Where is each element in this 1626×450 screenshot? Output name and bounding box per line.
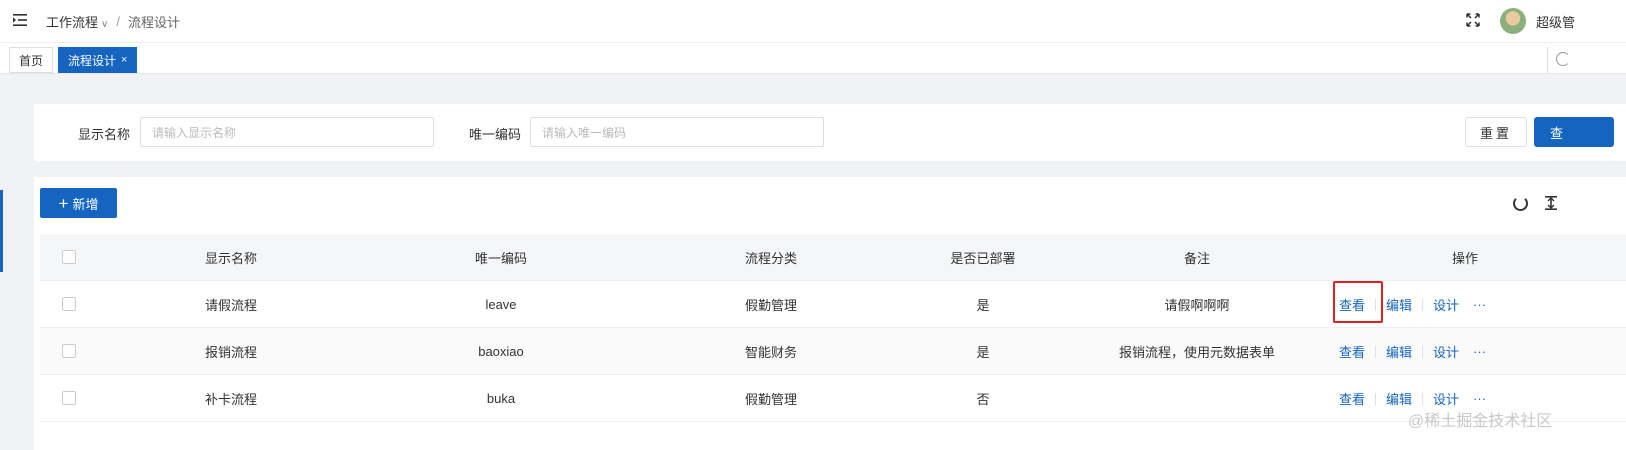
username[interactable]: 超级管 bbox=[1536, 12, 1575, 31]
divider bbox=[1422, 298, 1424, 311]
divider bbox=[1375, 298, 1377, 311]
display-name-placeholder: 请输入显示名称 bbox=[152, 125, 237, 140]
table-row: 报销流程 baoxiao 智能财务 是 报销流程，使用元数据表单 查看 编辑 设… bbox=[40, 328, 1626, 375]
table-row: 请假流程 leave 假勤管理 是 请假啊啊啊 查看 编辑 设计 ··· bbox=[40, 281, 1626, 328]
breadcrumb-item-process-design: 流程设计 bbox=[127, 15, 180, 30]
add-button[interactable]: + 新增 bbox=[40, 188, 117, 218]
divider bbox=[1375, 345, 1377, 358]
add-button-label: 新增 bbox=[72, 196, 99, 212]
row-actions: 查看 编辑 设计 ··· bbox=[1339, 328, 1486, 375]
sidebar-edge bbox=[0, 190, 3, 272]
row-checkbox[interactable] bbox=[62, 391, 76, 405]
avatar[interactable] bbox=[1500, 8, 1526, 34]
cell-code: baoxiao bbox=[478, 344, 524, 359]
cell-code: buka bbox=[486, 391, 516, 406]
refresh-icon[interactable] bbox=[1513, 196, 1528, 211]
display-name-label: 显示名称 bbox=[78, 127, 131, 142]
row-actions: 查看 编辑 设计 ··· bbox=[1339, 281, 1486, 328]
unique-code-input[interactable]: 请输入唯一编码 bbox=[530, 117, 824, 147]
edit-button[interactable]: 编辑 bbox=[1386, 342, 1412, 361]
cell-category: 假勤管理 bbox=[744, 392, 797, 407]
more-icon[interactable]: ··· bbox=[1473, 344, 1486, 359]
divider bbox=[1422, 345, 1424, 358]
top-bar: 工作流程 ∨ / 流程设计 超级管 bbox=[0, 0, 1626, 43]
column-header-remark: 备注 bbox=[1183, 251, 1210, 266]
menu-fold-icon[interactable] bbox=[12, 12, 28, 28]
edit-button[interactable]: 编辑 bbox=[1386, 389, 1412, 408]
design-button[interactable]: 设计 bbox=[1433, 342, 1459, 361]
tab-home[interactable]: 首页 bbox=[9, 47, 54, 73]
edit-button[interactable]: 编辑 bbox=[1386, 295, 1412, 314]
fullscreen-icon[interactable] bbox=[1465, 12, 1481, 28]
divider bbox=[1422, 392, 1424, 405]
table-card: + 新增 显示名称 唯一编码 流程分类 是否已部署 备注 操作 请假流程 lea… bbox=[34, 177, 1626, 450]
more-icon[interactable]: ··· bbox=[1473, 391, 1486, 406]
breadcrumb-separator: / bbox=[116, 14, 120, 29]
cell-name: 补卡流程 bbox=[204, 392, 257, 407]
cell-code: leave bbox=[485, 297, 517, 312]
view-button[interactable]: 查看 bbox=[1339, 295, 1365, 314]
unique-code-label: 唯一编码 bbox=[469, 127, 522, 142]
row-checkbox[interactable] bbox=[62, 344, 76, 358]
tab-home-label: 首页 bbox=[19, 53, 44, 68]
table-row: 补卡流程 buka 假勤管理 否 查看 编辑 设计 ··· bbox=[40, 375, 1626, 422]
row-checkbox[interactable] bbox=[62, 297, 76, 311]
watermark: @稀土掘金技术社区 bbox=[1408, 413, 1553, 430]
column-header-category: 流程分类 bbox=[744, 251, 797, 266]
divider bbox=[1375, 392, 1377, 405]
unique-code-placeholder: 请输入唯一编码 bbox=[542, 125, 627, 140]
breadcrumb: 工作流程 ∨ / 流程设计 bbox=[46, 12, 180, 31]
more-icon[interactable]: ··· bbox=[1473, 297, 1486, 312]
display-name-input[interactable]: 请输入显示名称 bbox=[140, 117, 434, 147]
cell-deployed: 否 bbox=[976, 392, 990, 407]
plus-icon: + bbox=[58, 193, 69, 213]
cell-category: 智能财务 bbox=[744, 345, 797, 360]
cell-name: 请假流程 bbox=[204, 298, 257, 313]
cell-name: 报销流程 bbox=[204, 345, 257, 360]
tabs-bar: 首页 流程设计 × bbox=[0, 43, 1626, 74]
design-button[interactable]: 设计 bbox=[1433, 389, 1459, 408]
column-header-code: 唯一编码 bbox=[474, 251, 527, 266]
reset-button[interactable]: 重置 bbox=[1465, 117, 1527, 147]
search-form: 显示名称 请输入显示名称 唯一编码 请输入唯一编码 重置 查 bbox=[34, 104, 1626, 161]
design-button[interactable]: 设计 bbox=[1433, 295, 1459, 314]
cell-remark: 请假啊啊啊 bbox=[1164, 298, 1230, 313]
close-icon[interactable]: × bbox=[121, 54, 127, 66]
tab-process-design[interactable]: 流程设计 × bbox=[58, 47, 138, 73]
select-all-checkbox[interactable] bbox=[62, 250, 76, 264]
column-height-icon[interactable] bbox=[1544, 195, 1558, 211]
chevron-down-icon: ∨ bbox=[101, 19, 109, 30]
column-header-actions: 操作 bbox=[1451, 251, 1478, 266]
view-button[interactable]: 查看 bbox=[1339, 342, 1365, 361]
table-header: 显示名称 唯一编码 流程分类 是否已部署 备注 操作 bbox=[40, 234, 1626, 281]
cell-category: 假勤管理 bbox=[744, 298, 797, 313]
column-header-deployed: 是否已部署 bbox=[950, 251, 1016, 266]
tab-process-design-label: 流程设计 bbox=[68, 53, 117, 68]
cell-deployed: 是 bbox=[976, 298, 990, 313]
column-header-name: 显示名称 bbox=[204, 251, 257, 266]
refresh-icon[interactable] bbox=[1556, 52, 1570, 66]
cell-remark: 报销流程，使用元数据表单 bbox=[1118, 345, 1275, 360]
cell-remark bbox=[1082, 375, 1312, 422]
tabs-divider bbox=[1547, 47, 1548, 73]
cell-deployed: 是 bbox=[976, 345, 990, 360]
query-button[interactable]: 查 bbox=[1534, 117, 1614, 147]
breadcrumb-item-workflow[interactable]: 工作流程 ∨ bbox=[46, 12, 108, 31]
view-button[interactable]: 查看 bbox=[1339, 389, 1365, 408]
